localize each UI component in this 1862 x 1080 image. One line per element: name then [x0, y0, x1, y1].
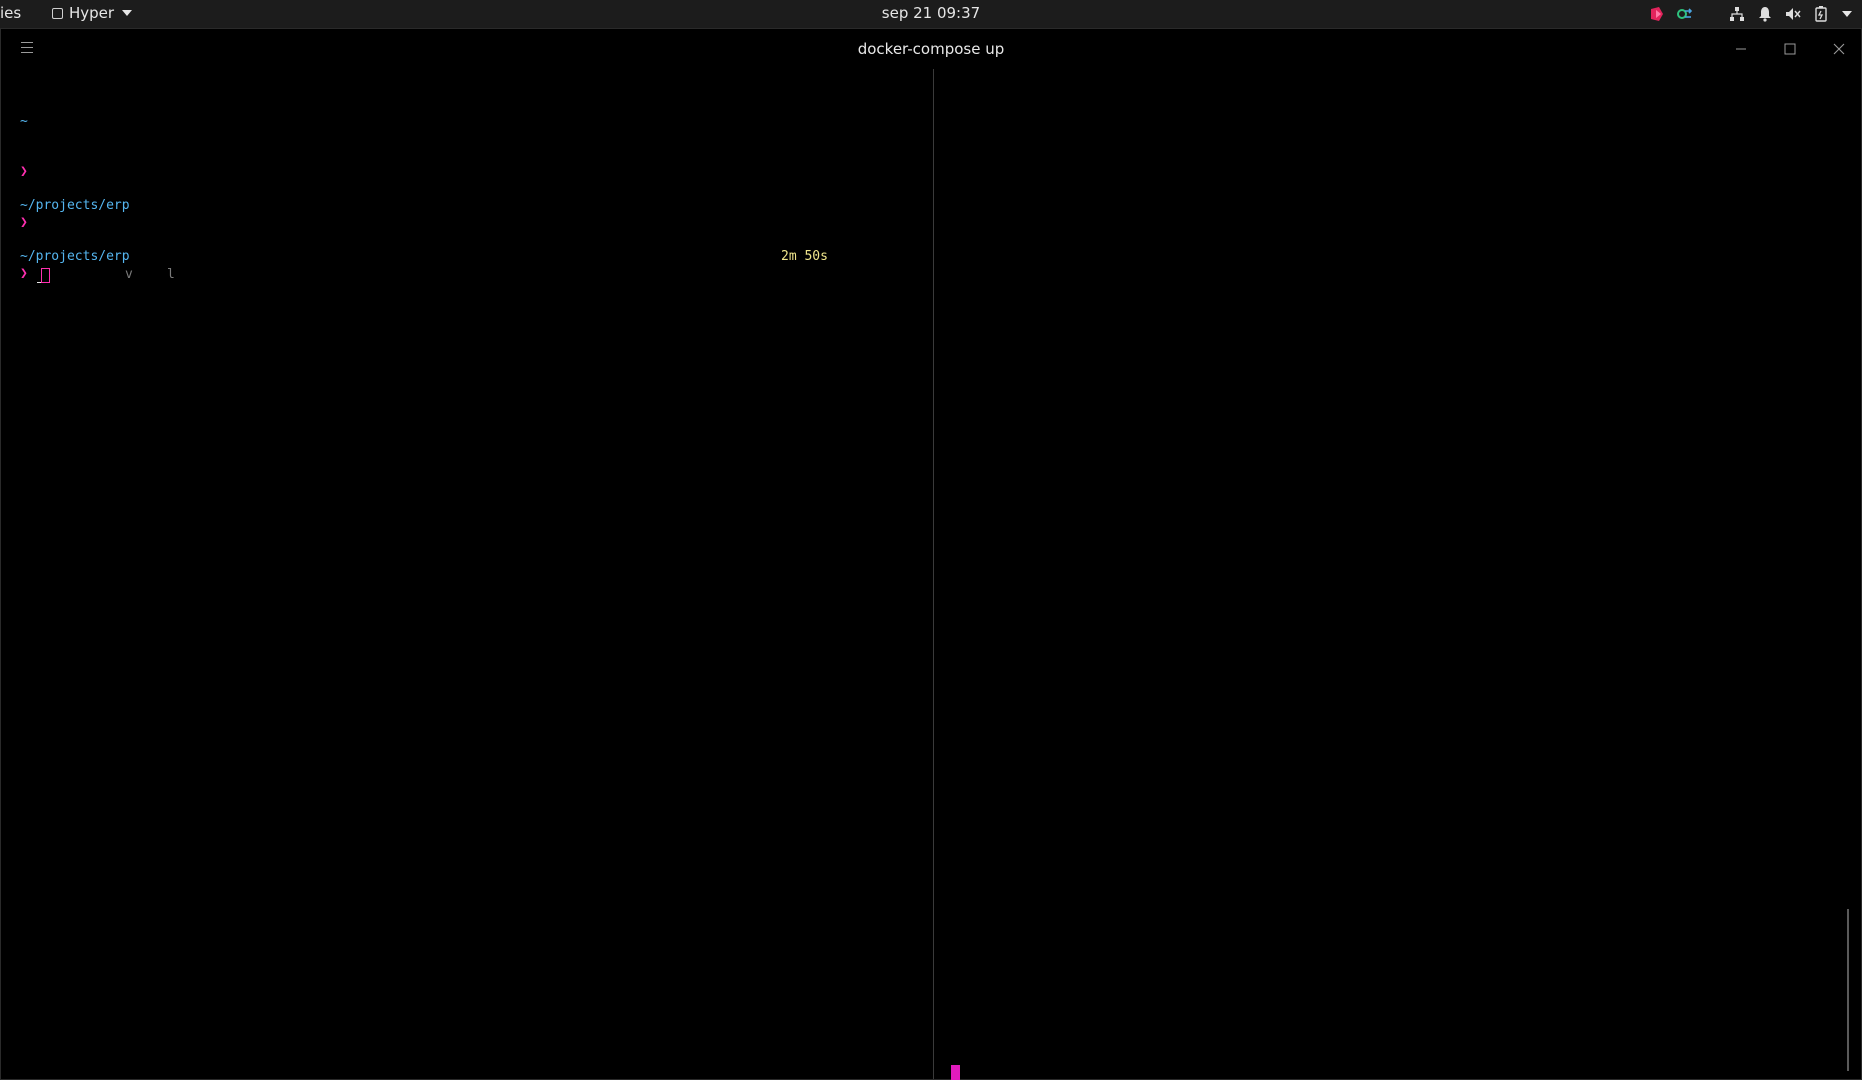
- window-title: docker-compose up: [857, 40, 1005, 58]
- terminal-line-path: ~: [20, 114, 28, 129]
- system-tray: [1648, 0, 1852, 28]
- terminal-line-prompt: ❯: [20, 215, 28, 230]
- app-indicator-icon[interactable]: [1648, 5, 1666, 23]
- maximize-button[interactable]: [1780, 39, 1800, 59]
- hyper-window: docker-compose up ~ ❯ ~/projects/erp ❯ ~…: [0, 28, 1862, 1080]
- desktop-screen: ies Hyper sep 21 09:37 docker-compose up…: [0, 0, 1862, 1080]
- window-titlebar[interactable]: docker-compose up: [1, 29, 1861, 69]
- clock[interactable]: sep 21 09:37: [0, 4, 1862, 22]
- close-button[interactable]: [1829, 39, 1849, 59]
- top-bar: ies Hyper sep 21 09:37: [0, 0, 1862, 28]
- network-icon[interactable]: [1728, 5, 1746, 23]
- terminal-line-path: ~/projects/erp: [20, 198, 130, 213]
- scrollbar[interactable]: [1847, 909, 1849, 1071]
- volume-icon[interactable]: [1784, 5, 1802, 23]
- terminal-line-prompt: ❯: [20, 266, 28, 281]
- system-menu-caret-icon[interactable]: [1842, 11, 1852, 17]
- command-duration: 2m 50s: [781, 249, 828, 264]
- notification-bell-icon[interactable]: [1756, 5, 1774, 23]
- ghost-glyph: l: [167, 267, 175, 282]
- sync-icon[interactable]: [1676, 5, 1694, 23]
- terminal-cursor: [951, 1065, 960, 1080]
- terminal-pane-right[interactable]: [934, 69, 1861, 1080]
- ghost-glyph: v: [125, 267, 133, 282]
- minimize-button[interactable]: [1731, 39, 1751, 59]
- terminal-pane-left[interactable]: ~ ❯ ~/projects/erp ❯ ~/projects/erp 2m 5…: [1, 69, 933, 1079]
- terminal-cursor: [41, 268, 50, 283]
- terminal-line-prompt: ❯: [20, 164, 28, 179]
- battery-icon[interactable]: [1812, 5, 1830, 23]
- terminal-line-path: ~/projects/erp: [20, 249, 130, 264]
